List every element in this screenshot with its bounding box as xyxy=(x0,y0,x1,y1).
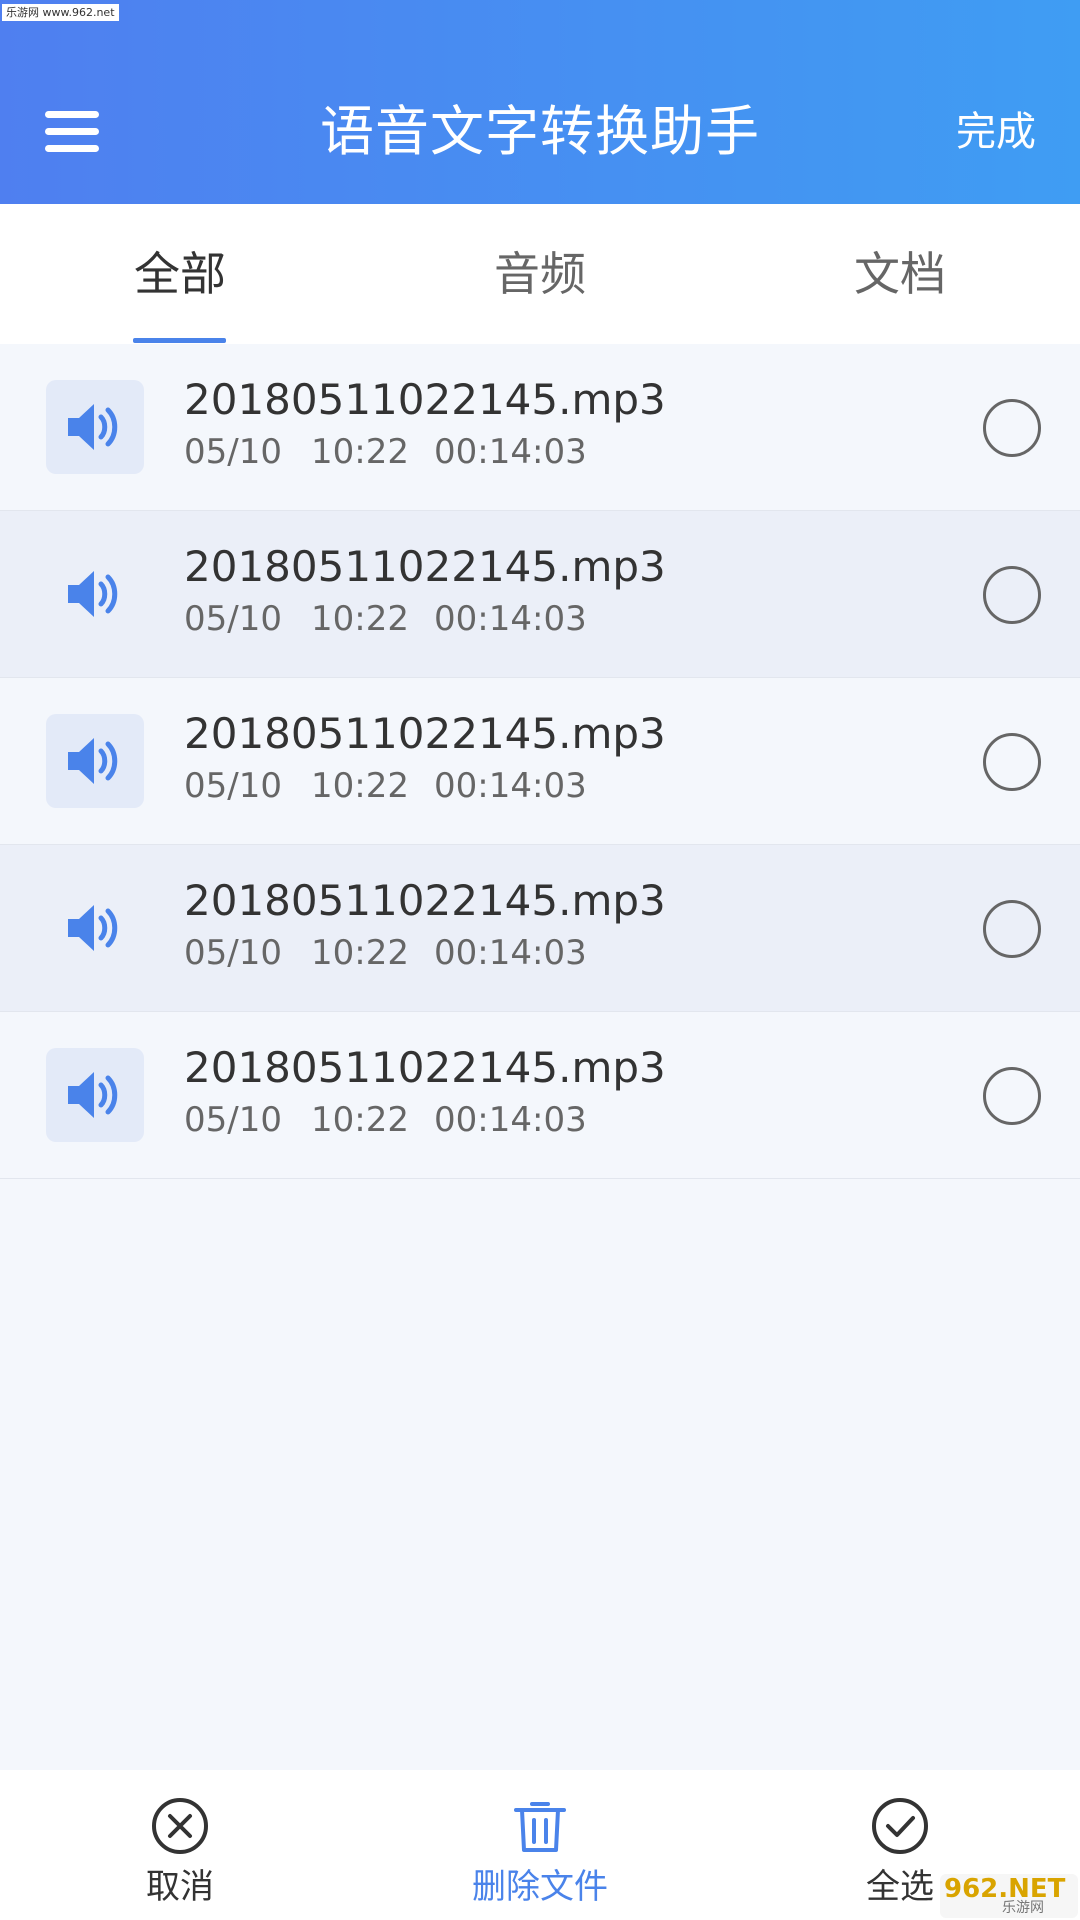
select-radio[interactable] xyxy=(983,733,1041,791)
file-date: 05/10 xyxy=(184,432,282,472)
file-time: 10:22 xyxy=(311,933,409,973)
watermark-top: 乐游网 www.962.net xyxy=(2,4,119,21)
file-time: 10:22 xyxy=(311,432,409,472)
bottom-action-bar: 取消 删除文件 全选 xyxy=(0,1770,1080,1920)
tab-bar: 全部 音频 文档 xyxy=(0,204,1080,344)
file-list: 20180511022145.mp3 05/10 10:22 00:14:03 … xyxy=(0,344,1080,1179)
file-row[interactable]: 20180511022145.mp3 05/10 10:22 00:14:03 xyxy=(0,678,1080,845)
file-name: 20180511022145.mp3 xyxy=(184,876,666,925)
file-row[interactable]: 20180511022145.mp3 05/10 10:22 00:14:03 xyxy=(0,845,1080,1012)
file-time: 10:22 xyxy=(311,766,409,806)
tab-all[interactable]: 全部 xyxy=(0,204,360,344)
file-date: 05/10 xyxy=(184,599,282,639)
select-radio[interactable] xyxy=(983,399,1041,457)
file-date: 05/10 xyxy=(184,1100,282,1140)
file-date: 05/10 xyxy=(184,766,282,806)
file-time: 10:22 xyxy=(311,599,409,639)
file-duration: 00:14:03 xyxy=(434,432,587,472)
speaker-icon xyxy=(46,714,144,808)
select-radio[interactable] xyxy=(983,900,1041,958)
file-name: 20180511022145.mp3 xyxy=(184,1043,666,1092)
watermark-logo-subtext: 乐游网 xyxy=(1002,1900,1044,1916)
file-date: 05/10 xyxy=(184,933,282,973)
speaker-icon xyxy=(46,881,144,975)
select-radio[interactable] xyxy=(983,566,1041,624)
tab-documents[interactable]: 文档 xyxy=(720,204,1080,344)
file-duration: 00:14:03 xyxy=(434,599,587,639)
speaker-icon xyxy=(46,1048,144,1142)
active-tab-indicator xyxy=(133,338,226,343)
delete-files-label: 删除文件 xyxy=(472,1867,608,1907)
file-time: 10:22 xyxy=(311,1100,409,1140)
trash-icon xyxy=(514,1802,566,1852)
speaker-icon xyxy=(46,547,144,641)
file-name: 20180511022145.mp3 xyxy=(184,542,666,591)
cancel-label: 取消 xyxy=(146,1867,214,1907)
tab-audio[interactable]: 音频 xyxy=(360,204,720,344)
select-radio[interactable] xyxy=(983,1067,1041,1125)
app-title: 语音文字转换助手 xyxy=(320,100,760,163)
check-circle-icon xyxy=(872,1798,928,1854)
file-name: 20180511022145.mp3 xyxy=(184,375,666,424)
header-bar: 乐游网 www.962.net 语音文字转换助手 完成 xyxy=(0,0,1080,204)
watermark-logo: 962.NET 乐游网 xyxy=(940,1874,1078,1918)
cancel-button[interactable]: 取消 xyxy=(80,1770,280,1920)
file-duration: 00:14:03 xyxy=(434,766,587,806)
file-name: 20180511022145.mp3 xyxy=(184,709,666,758)
app-root: 乐游网 www.962.net 语音文字转换助手 完成 全部 音频 文档 201… xyxy=(0,0,1080,1920)
done-button[interactable]: 完成 xyxy=(956,106,1036,158)
file-row[interactable]: 20180511022145.mp3 05/10 10:22 00:14:03 xyxy=(0,1012,1080,1179)
delete-files-button[interactable]: 删除文件 xyxy=(440,1770,640,1920)
file-row[interactable]: 20180511022145.mp3 05/10 10:22 00:14:03 xyxy=(0,344,1080,511)
file-row[interactable]: 20180511022145.mp3 05/10 10:22 00:14:03 xyxy=(0,511,1080,678)
speaker-icon xyxy=(46,380,144,474)
close-circle-icon xyxy=(152,1798,208,1854)
file-duration: 00:14:03 xyxy=(434,1100,587,1140)
file-duration: 00:14:03 xyxy=(434,933,587,973)
